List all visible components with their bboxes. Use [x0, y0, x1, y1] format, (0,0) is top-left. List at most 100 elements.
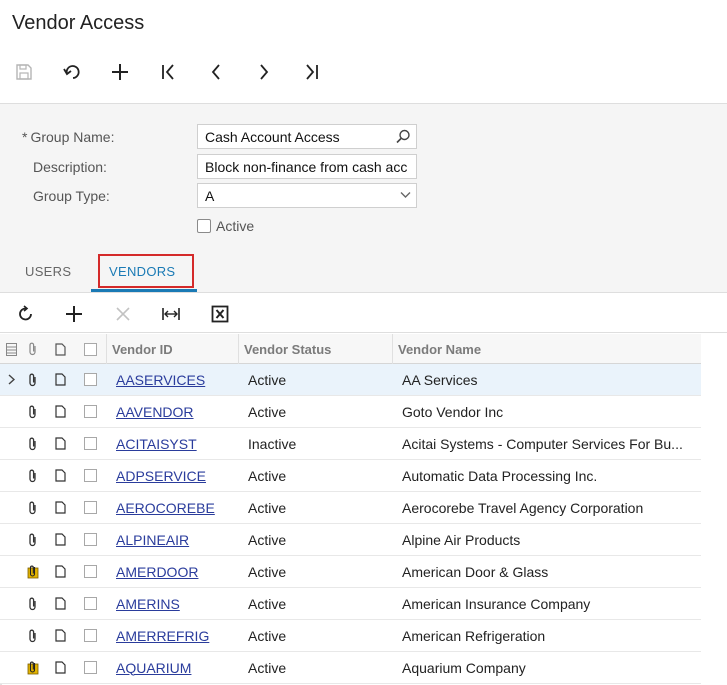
row-select[interactable] [83, 460, 97, 491]
row-checkbox[interactable] [83, 629, 97, 642]
row-note[interactable] [53, 556, 67, 587]
row-attachment[interactable] [26, 460, 40, 491]
tab-users[interactable]: USERS [25, 264, 71, 279]
vendor-id-cell[interactable]: AQUARIUM [116, 652, 236, 683]
row-attachment[interactable] [26, 364, 40, 395]
delete-row-button[interactable] [111, 302, 135, 326]
row-select[interactable] [83, 620, 97, 651]
row-attachment[interactable] [26, 556, 40, 587]
vendor-id-cell[interactable]: AASERVICES [116, 364, 236, 395]
row-attachment[interactable] [26, 524, 40, 555]
row-select[interactable] [83, 524, 97, 555]
paperclip-icon [29, 597, 36, 610]
row-attachment[interactable] [26, 620, 40, 651]
row-note[interactable] [53, 396, 67, 427]
row-checkbox[interactable] [83, 533, 97, 546]
next-record-button[interactable] [252, 60, 276, 84]
vendor-id-link[interactable]: AQUARIUM [116, 660, 191, 676]
row-note[interactable] [53, 620, 67, 651]
table-row[interactable]: AEROCOREBE Active Aerocorebe Travel Agency… [0, 492, 701, 524]
previous-record-button[interactable] [204, 60, 228, 84]
row-checkbox[interactable] [83, 661, 97, 674]
vendor-id-link[interactable]: ACITAISYST [116, 436, 197, 452]
search-icon[interactable] [396, 129, 411, 144]
row-checkbox[interactable] [83, 565, 97, 578]
group-type-select[interactable]: A [197, 183, 417, 208]
column-header-vendor-name[interactable]: Vendor Name [398, 334, 481, 364]
column-header-vendor-id[interactable]: Vendor ID [112, 334, 173, 364]
vendor-id-link[interactable]: AEROCOREBE [116, 500, 215, 516]
row-note[interactable] [53, 428, 67, 459]
active-checkbox-wrap[interactable]: Active [197, 218, 254, 234]
vendor-id-cell[interactable]: ALPINEAIR [116, 524, 236, 555]
row-note[interactable] [53, 364, 67, 395]
table-row[interactable]: ALPINEAIR Active Alpine Air Products [0, 524, 701, 556]
vendor-id-link[interactable]: AMERDOOR [116, 564, 198, 580]
row-select[interactable] [83, 556, 97, 587]
row-attachment[interactable] [26, 428, 40, 459]
row-select[interactable] [83, 428, 97, 459]
required-mark: * [22, 129, 28, 145]
description-field[interactable]: Block non-finance from cash acc [197, 154, 417, 179]
refresh-button[interactable] [14, 302, 38, 326]
vendor-id-link[interactable]: AAVENDOR [116, 404, 194, 420]
vendor-id-cell[interactable]: ADPSERVICE [116, 460, 236, 491]
table-row[interactable]: AAVENDOR Active Goto Vendor Inc [0, 396, 701, 428]
vendor-id-cell[interactable]: AEROCOREBE [116, 492, 236, 523]
vendor-id-link[interactable]: ADPSERVICE [116, 468, 206, 484]
row-attachment[interactable] [26, 396, 40, 427]
row-select[interactable] [83, 588, 97, 619]
vendor-id-cell[interactable]: AAVENDOR [116, 396, 236, 427]
row-select[interactable] [83, 492, 97, 523]
table-row[interactable]: AMERDOOR Active American Door & Glass [0, 556, 701, 588]
table-row[interactable]: AASERVICES Active AA Services [0, 364, 701, 396]
row-checkbox[interactable] [83, 469, 97, 482]
row-checkbox[interactable] [83, 437, 97, 450]
row-checkbox[interactable] [83, 597, 97, 610]
vendor-id-link[interactable]: AMERREFRIG [116, 628, 209, 644]
column-header-vendor-status[interactable]: Vendor Status [244, 334, 331, 364]
undo-button[interactable] [60, 60, 84, 84]
table-row[interactable]: AMERINS Active American Insurance Company [0, 588, 701, 620]
row-select[interactable] [83, 396, 97, 427]
row-note[interactable] [53, 524, 67, 555]
group-name-field[interactable]: Cash Account Access [197, 124, 417, 149]
last-record-button[interactable] [300, 60, 324, 84]
row-note[interactable] [53, 588, 67, 619]
active-checkbox[interactable] [197, 219, 211, 233]
table-row[interactable]: AQUARIUM Active Aquarium Company [0, 652, 701, 684]
table-row[interactable]: ADPSERVICE Active Automatic Data Processin… [0, 460, 701, 492]
save-button[interactable] [12, 60, 36, 84]
row-note[interactable] [53, 492, 67, 523]
select-all-checkbox[interactable] [83, 342, 97, 356]
row-checkbox[interactable] [83, 373, 97, 386]
row-checkbox[interactable] [83, 405, 97, 418]
row-attachment[interactable] [26, 652, 40, 683]
fit-columns-button[interactable] [159, 302, 183, 326]
table-row[interactable]: ACITAISYST Inactive Acitai Systems - Compu… [0, 428, 701, 460]
vendor-id-cell[interactable]: ACITAISYST [116, 428, 236, 459]
row-checkbox[interactable] [83, 501, 97, 514]
file-icon [54, 533, 66, 546]
save-icon [16, 64, 32, 80]
vendor-id-cell[interactable]: AMERDOOR [116, 556, 236, 587]
vendor-id-link[interactable]: ALPINEAIR [116, 532, 189, 548]
table-row[interactable]: AMERREFRIG Active American Refrigeration [0, 620, 701, 652]
add-row-button[interactable] [62, 302, 86, 326]
add-button[interactable] [108, 60, 132, 84]
row-note[interactable] [53, 460, 67, 491]
select-all-header[interactable] [83, 334, 97, 364]
vendor-id-cell[interactable]: AMERREFRIG [116, 620, 236, 651]
row-attachment[interactable] [26, 492, 40, 523]
first-record-button[interactable] [156, 60, 180, 84]
row-attachment[interactable] [26, 588, 40, 619]
vendor-id-link[interactable]: AASERVICES [116, 372, 205, 388]
row-select[interactable] [83, 652, 97, 683]
row-select[interactable] [83, 364, 97, 395]
row-settings-header[interactable] [3, 334, 19, 364]
row-note[interactable] [53, 652, 67, 683]
export-excel-button[interactable] [208, 302, 232, 326]
vendor-id-cell[interactable]: AMERINS [116, 588, 236, 619]
vendor-id-link[interactable]: AMERINS [116, 596, 180, 612]
vendors-grid: Vendor ID Vendor Status Vendor Name AASE… [0, 334, 701, 684]
